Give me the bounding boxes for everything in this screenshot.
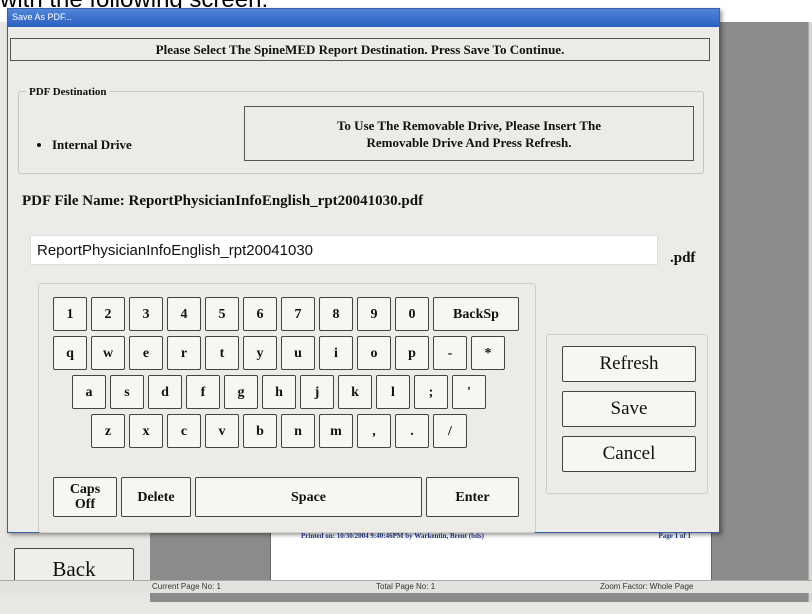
key-x[interactable]: x xyxy=(129,414,163,448)
status-total-page: Total Page No: 1 xyxy=(376,582,436,591)
key-a[interactable]: a xyxy=(72,375,106,409)
key-z[interactable]: z xyxy=(91,414,125,448)
pdf-destination-legend: PDF Destination xyxy=(26,86,110,98)
key-i[interactable]: i xyxy=(319,336,353,370)
key-q[interactable]: q xyxy=(53,336,87,370)
key-8[interactable]: 8 xyxy=(319,297,353,331)
cancel-button[interactable]: Cancel xyxy=(562,436,696,472)
key-9[interactable]: 9 xyxy=(357,297,391,331)
key-v[interactable]: v xyxy=(205,414,239,448)
refresh-button[interactable]: Refresh xyxy=(562,346,696,382)
key-7[interactable]: 7 xyxy=(281,297,315,331)
key-minus[interactable]: - xyxy=(433,336,467,370)
key-s[interactable]: s xyxy=(110,375,144,409)
key-f[interactable]: f xyxy=(186,375,220,409)
key-b[interactable]: b xyxy=(243,414,277,448)
internal-drive-option[interactable]: Internal Drive xyxy=(34,137,132,153)
report-page-number: Page 1 of 1 xyxy=(658,532,691,540)
key-apostrophe[interactable]: ' xyxy=(452,375,486,409)
key-2[interactable]: 2 xyxy=(91,297,125,331)
internal-drive-radio[interactable] xyxy=(34,140,44,150)
internal-drive-label[interactable]: Internal Drive xyxy=(52,137,132,153)
key-t[interactable]: t xyxy=(205,336,239,370)
key-e[interactable]: e xyxy=(129,336,163,370)
dialog-titlebar[interactable]: Save As PDF... xyxy=(8,9,719,27)
removable-info-line2: Removable Drive And Press Refresh. xyxy=(366,134,572,150)
key-d[interactable]: d xyxy=(148,375,182,409)
key-m[interactable]: m xyxy=(319,414,353,448)
key-h[interactable]: h xyxy=(262,375,296,409)
dialog-instructions: Please Select The SpineMED Report Destin… xyxy=(10,38,710,61)
save-as-pdf-dialog: Save As PDF... Please Select The SpineME… xyxy=(7,8,720,533)
key-o[interactable]: o xyxy=(357,336,391,370)
key-4[interactable]: 4 xyxy=(167,297,201,331)
extension-label: .pdf xyxy=(670,250,696,266)
key-asterisk[interactable]: * xyxy=(471,336,505,370)
radio-selected-dot xyxy=(37,143,41,147)
report-printed-text: Printed on: 10/30/2004 9:40:46PM by Wark… xyxy=(301,532,484,540)
caps-label: Caps xyxy=(69,482,101,497)
key-period[interactable]: . xyxy=(395,414,429,448)
key-semicolon[interactable]: ; xyxy=(414,375,448,409)
key-0[interactable]: 0 xyxy=(395,297,429,331)
key-w[interactable]: w xyxy=(91,336,125,370)
space-key[interactable]: Space xyxy=(195,477,422,517)
key-c[interactable]: c xyxy=(167,414,201,448)
removable-info-line1: To Use The Removable Drive, Please Inser… xyxy=(336,117,602,133)
status-current-page: Current Page No: 1 xyxy=(152,582,221,591)
report-footer: Printed on: 10/30/2004 9:40:46PM by Wark… xyxy=(301,532,691,540)
status-zoom: Zoom Factor: Whole Page xyxy=(600,582,694,591)
key-comma[interactable]: , xyxy=(357,414,391,448)
key-slash[interactable]: / xyxy=(433,414,467,448)
save-button[interactable]: Save xyxy=(562,391,696,427)
key-p[interactable]: p xyxy=(395,336,429,370)
caps-state-label: Off xyxy=(74,497,96,512)
key-1[interactable]: 1 xyxy=(53,297,87,331)
removable-drive-info: To Use The Removable Drive, Please Inser… xyxy=(244,106,694,161)
key-6[interactable]: 6 xyxy=(243,297,277,331)
key-3[interactable]: 3 xyxy=(129,297,163,331)
key-5[interactable]: 5 xyxy=(205,297,239,331)
caps-lock-key[interactable]: Caps Off xyxy=(53,477,117,517)
key-j[interactable]: j xyxy=(300,375,334,409)
key-n[interactable]: n xyxy=(281,414,315,448)
enter-key[interactable]: Enter xyxy=(426,477,519,517)
filename-input[interactable]: ReportPhysicianInfoEnglish_rpt20041030 xyxy=(30,235,658,265)
key-k[interactable]: k xyxy=(338,375,372,409)
key-l[interactable]: l xyxy=(376,375,410,409)
delete-key[interactable]: Delete xyxy=(121,477,191,517)
key-g[interactable]: g xyxy=(224,375,258,409)
backspace-key[interactable]: BackSp xyxy=(433,297,519,331)
key-y[interactable]: y xyxy=(243,336,277,370)
key-u[interactable]: u xyxy=(281,336,315,370)
pdf-filename-label: PDF File Name: ReportPhysicianInfoEnglis… xyxy=(22,193,424,209)
key-r[interactable]: r xyxy=(167,336,201,370)
dialog-title: Save As PDF... xyxy=(12,12,73,22)
status-bar: Current Page No: 1 Total Page No: 1 Zoom… xyxy=(0,580,812,593)
viewer-scrollbar[interactable] xyxy=(808,22,812,602)
